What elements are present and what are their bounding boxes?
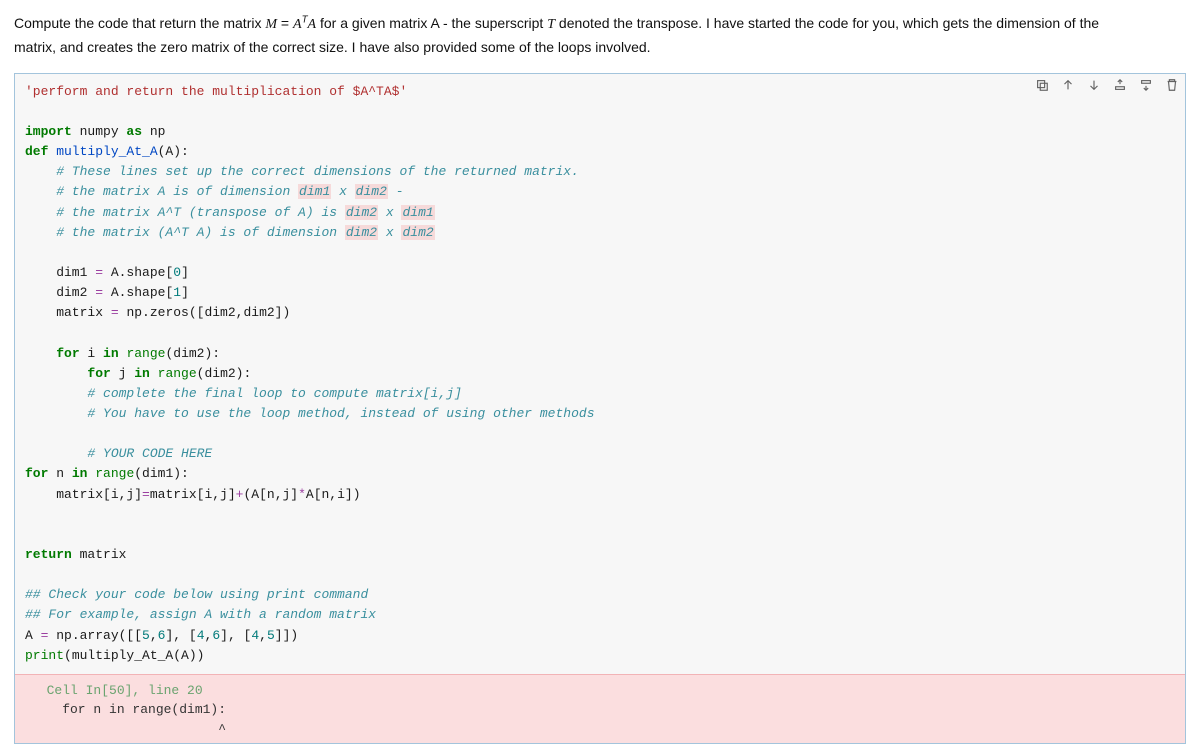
code-cell[interactable]: 'perform and return the multiplication o… <box>14 73 1186 745</box>
cell-toolbar <box>1035 78 1179 92</box>
error-location: Cell In[50], line 20 <box>31 683 203 698</box>
move-down-icon[interactable] <box>1087 78 1101 92</box>
code-editor[interactable]: 'perform and return the multiplication o… <box>15 74 1185 674</box>
move-up-icon[interactable] <box>1061 78 1075 92</box>
insert-above-icon[interactable] <box>1113 78 1127 92</box>
duplicate-icon[interactable] <box>1035 78 1049 92</box>
error-line: for n in range(dim1): <box>31 702 226 717</box>
insert-below-icon[interactable] <box>1139 78 1153 92</box>
problem-description: Compute the code that return the matrix … <box>14 12 1186 59</box>
delete-icon[interactable] <box>1165 78 1179 92</box>
error-output: Cell In[50], line 20 for n in range(dim1… <box>15 674 1185 744</box>
prompt-line-2: matrix, and creates the zero matrix of t… <box>14 39 651 55</box>
prompt-line-1: Compute the code that return the matrix … <box>14 15 1099 31</box>
error-caret: ^ <box>31 722 226 737</box>
